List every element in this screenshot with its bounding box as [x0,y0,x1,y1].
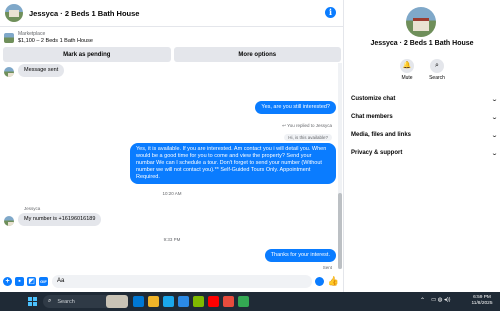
plus-icon[interactable]: + [3,277,12,286]
chat-header: Jessyca · 2 Beds 1 Bath House i [0,0,344,27]
info-icon[interactable]: i [325,7,336,18]
taskbar-app-icon[interactable] [193,296,204,307]
system-tray-icons[interactable]: ▭ ◍ ◂)) [431,297,450,303]
chat-title[interactable]: Jessyca · 2 Beds 1 Bath House [29,9,139,18]
section-label: Media, files and links [351,132,412,138]
taskbar-app-icon[interactable] [223,296,234,307]
taskbar-app-icon[interactable] [148,296,159,307]
message-list: Message sent Yes, are you still interest… [0,63,344,272]
thumbs-up-icon[interactable]: 👍 [328,276,339,287]
chevron-down-icon: ⌄ [490,96,499,103]
reply-meta-text: You replied to Jessyca [287,123,332,128]
taskbar-app-icon[interactable] [133,296,144,307]
search-icon: ⌕ [430,59,444,73]
taskbar-search-label: Search [57,298,75,305]
search-label: Search [429,75,445,81]
message-input[interactable]: Aa [52,275,312,288]
listing-text: Marketplace $1,100 – 2 Beds 1 Bath House [18,31,93,45]
taskbar-app-icon[interactable] [208,296,219,307]
sender-name: Jessyca [24,206,41,211]
sticker-icon[interactable]: ◩ [27,277,36,286]
contact-avatar[interactable] [5,4,23,22]
listing-thumbnail [4,32,14,43]
listing-actions: Mark as pending More options [3,47,341,62]
messenger-app: Jessyca · 2 Beds 1 Bath House i Marketpl… [0,0,500,292]
marketplace-listing[interactable]: Marketplace $1,100 – 2 Beds 1 Bath House [0,29,344,46]
contact-avatar-large[interactable] [406,7,436,37]
chevron-down-icon: ⌄ [490,150,499,157]
listing-title: $1,100 – 2 Beds 1 Bath House [18,37,93,44]
section-label: Privacy & support [351,150,403,156]
quoted-message[interactable]: Hi, is this available? [284,134,332,141]
section-label: Customize chat [351,96,396,102]
taskbar-clock[interactable]: 6:59 PM 11/8/2025 [467,295,497,307]
conversation-details: Jessyca · 2 Beds 1 Bath House 🔔 Mute ⌕ S… [344,0,500,292]
section-media-files-links[interactable]: Media, files and links ⌄ [351,129,499,141]
timestamp: 9:33 PM [163,237,181,242]
windows-taskbar: ⌕ Search ⌃ ▭ ◍ ◂)) 6:59 PM 11/8/2025 [0,292,500,311]
message-bubble-sent[interactable]: Yes, are you still interested? [255,101,336,114]
search-button[interactable]: ⌕ Search [422,59,452,81]
listing-source: Marketplace [18,30,46,37]
chevron-down-icon: ⌄ [490,132,499,139]
sender-avatar [4,216,14,226]
chevron-down-icon: ⌄ [490,114,499,121]
chat-pane: Jessyca · 2 Beds 1 Bath House i Marketpl… [0,0,344,292]
mark-as-pending-button[interactable]: Mark as pending [3,47,171,62]
message-row: Message sent [4,64,65,77]
message-bubble-received[interactable]: My number is +16196016189 [18,213,102,226]
gif-icon[interactable]: GIF [39,277,48,286]
taskbar-app-icon[interactable] [178,296,189,307]
section-chat-members[interactable]: Chat members ⌄ [351,111,499,123]
message-row: My number is +16196016189 [4,213,102,226]
windows-start-icon[interactable] [28,297,37,306]
delivery-status: Sent [322,265,332,270]
chevron-up-icon[interactable]: ⌃ [420,297,425,304]
message-bubble-sent[interactable]: Yes, it is available. If you are interes… [130,143,336,184]
image-icon[interactable]: ▪ [15,277,24,286]
details-name: Jessyca · 2 Beds 1 Bath House [370,40,474,47]
scroll-thumb[interactable] [338,193,342,269]
taskbar-app-icon[interactable] [163,296,174,307]
taskbar-app-icon[interactable] [238,296,249,307]
mute-label: Mute [401,75,413,81]
search-highlight-image[interactable] [106,295,128,308]
more-options-button[interactable]: More options [173,47,341,62]
timestamp: 10:20 AM [162,191,182,196]
search-icon: ⌕ [48,298,52,304]
message-bubble-received[interactable]: Message sent [18,64,65,77]
emoji-icon[interactable] [315,277,324,286]
reply-indicator: ↩ You replied to Jessyca [282,123,332,129]
section-customize-chat[interactable]: Customize chat ⌄ [351,93,499,105]
mute-button[interactable]: 🔔 Mute [392,59,422,81]
message-composer: + ▪ ◩ GIF Aa 👍 [0,274,344,289]
sender-avatar [4,67,14,77]
clock-date: 11/8/2025 [471,301,493,306]
bell-icon: 🔔 [400,59,414,73]
message-scrollbar[interactable] [338,63,342,269]
section-privacy-support[interactable]: Privacy & support ⌄ [351,147,499,159]
section-label: Chat members [351,114,393,120]
message-bubble-sent[interactable]: Thanks for your interest. [264,249,336,262]
